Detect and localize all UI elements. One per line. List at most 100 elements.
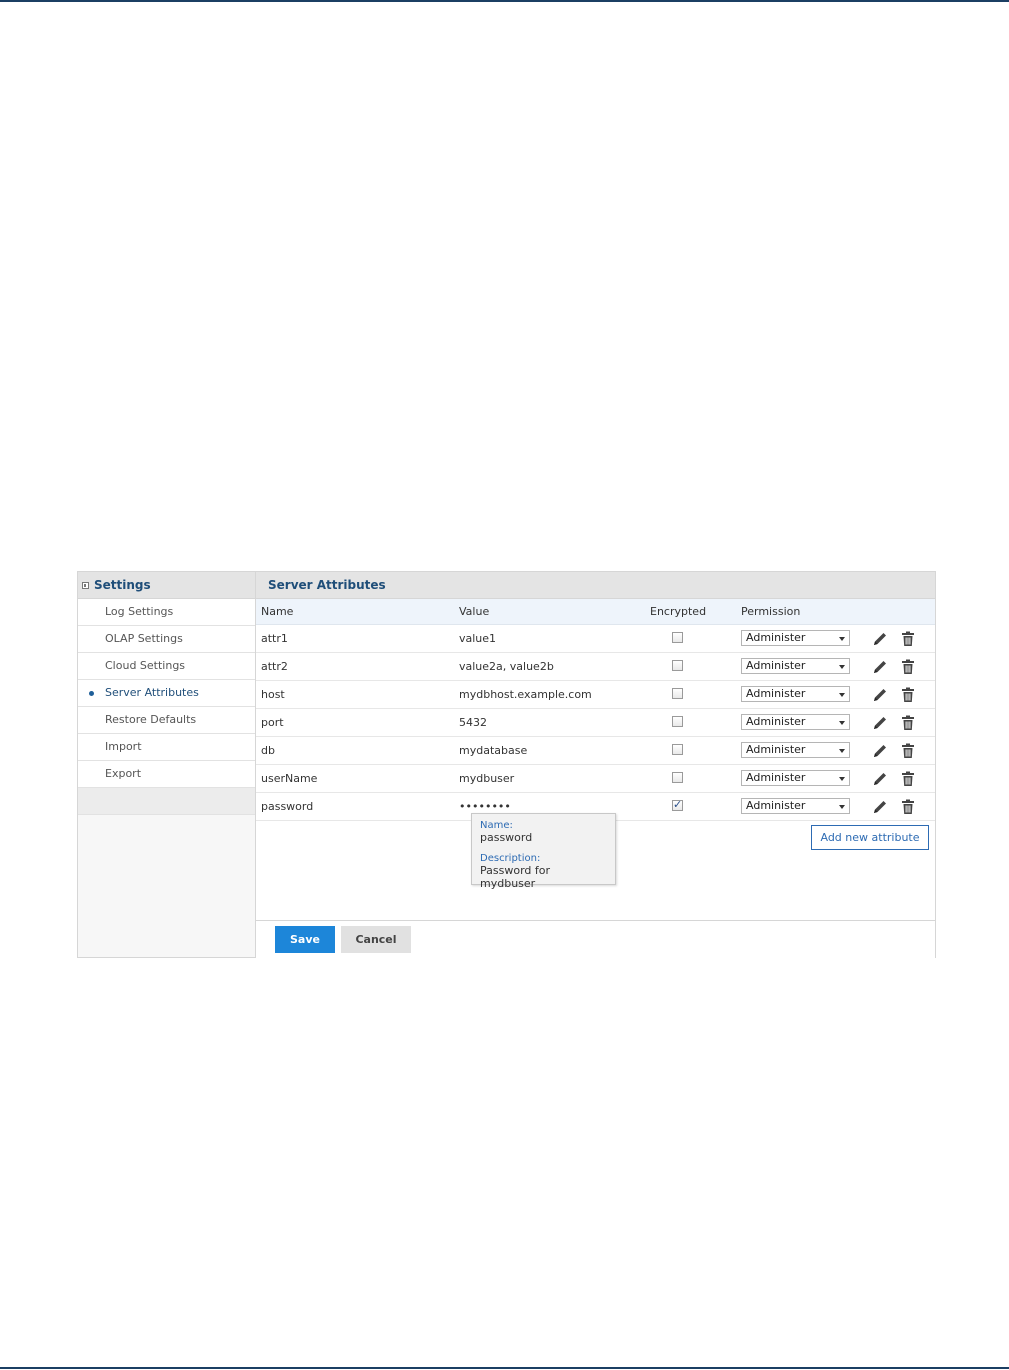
settings-sidebar: Settings Log Settings OLAP Settings Cloud … [78,572,256,957]
permission-select[interactable]: Administer [741,742,850,758]
permission-selected-value: Administer [746,687,806,700]
encrypted-checkbox[interactable] [672,632,683,643]
chevron-down-icon [839,693,845,697]
pencil-icon[interactable] [872,659,888,678]
encrypted-checkbox[interactable] [672,716,683,727]
pencil-icon[interactable] [872,799,888,818]
table-row: userName mydbuser Administer [256,765,935,793]
tooltip-name-label: Name: [480,820,513,831]
chevron-down-icon [839,721,845,725]
sidebar-item-label: Export [105,767,142,780]
attribute-name: attr2 [261,660,288,673]
table-row: attr2 value2a, value2b Administer [256,653,935,681]
trash-icon[interactable] [901,687,915,706]
sidebar-item-restore-defaults[interactable]: Restore Defaults [78,707,255,734]
chevron-down-icon [839,777,845,781]
permission-select[interactable]: Administer [741,798,850,814]
pencil-icon[interactable] [872,715,888,734]
save-button[interactable]: Save [275,926,335,953]
encrypted-checkbox[interactable] [672,744,683,755]
bottom-rule [0,1367,1009,1369]
column-header-permission: Permission [741,605,801,618]
trash-icon[interactable] [901,799,915,818]
sidebar-nav: Log Settings OLAP Settings Cloud Settings S… [78,599,255,788]
sidebar-filler [78,788,255,815]
permission-selected-value: Administer [746,631,806,644]
trash-icon[interactable] [901,715,915,734]
tooltip-description-value: Password for mydbuser [480,864,551,890]
attribute-value: mydatabase [459,744,528,757]
encrypted-checkbox[interactable] [672,688,683,699]
pencil-icon[interactable] [872,687,888,706]
attribute-value: mydbhost.example.com [459,688,592,701]
active-bullet-icon [89,691,94,696]
permission-selected-value: Administer [746,743,806,756]
sidebar-item-olap-settings[interactable]: OLAP Settings [78,626,255,653]
permission-select[interactable]: Administer [741,770,850,786]
trash-icon[interactable] [901,743,915,762]
permission-select[interactable]: Administer [741,686,850,702]
trash-icon[interactable] [901,771,915,790]
pencil-icon[interactable] [872,771,888,790]
attribute-name: userName [261,772,318,785]
attribute-value: •••••••• [459,800,511,813]
main-content: Server Attributes Name Value Encrypted P… [256,572,935,958]
attribute-value: value2a, value2b [459,660,554,673]
pencil-icon[interactable] [872,743,888,762]
permission-selected-value: Administer [746,715,806,728]
table-row: db mydatabase Administer [256,737,935,765]
permission-select[interactable]: Administer [741,630,850,646]
sidebar-item-cloud-settings[interactable]: Cloud Settings [78,653,255,680]
attribute-value: mydbuser [459,772,515,785]
sidebar-item-log-settings[interactable]: Log Settings [78,599,255,626]
add-new-attribute-button[interactable]: Add new attribute [811,825,929,850]
sidebar-item-import[interactable]: Import [78,734,255,761]
attribute-value: value1 [459,632,497,645]
sidebar-item-label: Import [105,740,142,753]
sidebar-title: Settings [94,578,151,592]
column-header-value: Value [459,605,490,618]
settings-panel: Settings Log Settings OLAP Settings Cloud … [77,571,936,958]
encrypted-checkbox[interactable] [672,798,683,811]
attribute-name: port [261,716,284,729]
attribute-value: 5432 [459,716,487,729]
chevron-down-icon [839,749,845,753]
permission-select[interactable]: Administer [741,658,850,674]
attribute-tooltip: Name: password Description: Password for… [471,813,616,890]
form-footer: Save Cancel [256,920,935,958]
sidebar-item-label: Restore Defaults [105,713,197,726]
page-title-text: Server Attributes [268,578,386,592]
tooltip-description-label: Description: [480,853,541,864]
sidebar-item-label: Log Settings [105,605,174,618]
attribute-name: db [261,744,275,757]
tooltip-name-value: password [480,831,533,844]
column-header-name: Name [261,605,294,618]
permission-select[interactable]: Administer [741,714,850,730]
sidebar-item-export[interactable]: Export [78,761,255,788]
trash-icon[interactable] [901,631,915,650]
table-row: port 5432 Administer [256,709,935,737]
collapse-icon[interactable] [82,581,89,589]
pencil-icon[interactable] [872,631,888,650]
table-row: host mydbhost.example.com Administer [256,681,935,709]
encrypted-checkbox[interactable] [672,660,683,671]
chevron-down-icon [839,665,845,669]
attribute-name: host [261,688,285,701]
table-row: attr1 value1 Administer [256,625,935,653]
sidebar-item-label: Cloud Settings [105,659,186,672]
encrypted-checkbox[interactable] [672,772,683,783]
sidebar-item-label: OLAP Settings [105,632,183,645]
cancel-button[interactable]: Cancel [341,926,411,953]
chevron-down-icon [839,637,845,641]
permission-selected-value: Administer [746,771,806,784]
permission-selected-value: Administer [746,799,806,812]
top-rule [0,0,1009,2]
chevron-down-icon [839,805,845,809]
trash-icon[interactable] [901,659,915,678]
permission-selected-value: Administer [746,659,806,672]
column-header-encrypted: Encrypted [650,605,707,618]
sidebar-item-server-attributes[interactable]: Server Attributes [78,680,255,707]
attribute-name: password [261,800,314,813]
attribute-table-body: attr1 value1 Administer attr2 value2a, value… [256,625,935,821]
table-header: Name Value Encrypted Permission [256,599,935,625]
